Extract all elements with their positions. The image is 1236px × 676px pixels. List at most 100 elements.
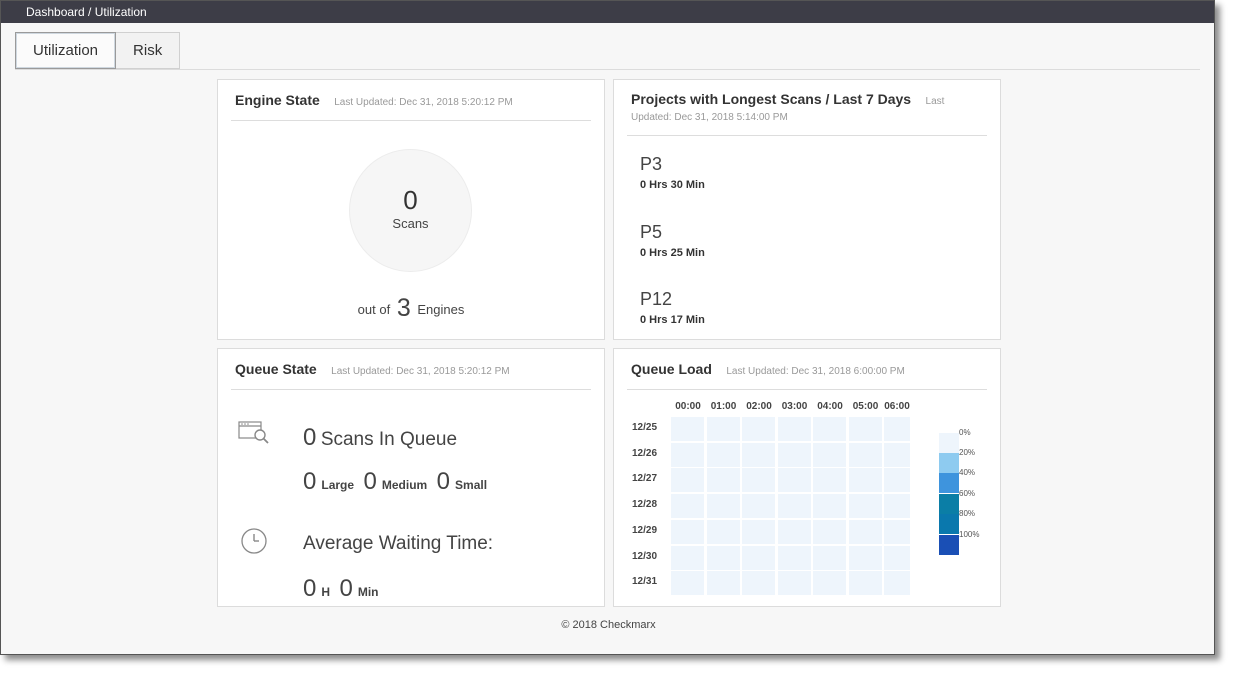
- project-duration: 0 Hrs 30 Min: [640, 179, 705, 191]
- legend-swatch: [939, 433, 959, 453]
- day-label: 12/29: [632, 524, 658, 536]
- queue-load-card: Queue Load Last Updated: Dec 31, 2018 6:…: [613, 348, 1001, 607]
- heatmap-cell[interactable]: [742, 545, 775, 570]
- queue-count: 0: [303, 424, 317, 451]
- heatmap-cell[interactable]: [813, 494, 846, 519]
- heatmap-cell[interactable]: [813, 571, 846, 596]
- last-updated: Last Updated: Dec 31, 2018 5:20:12 PM: [331, 366, 510, 377]
- tab-utilization[interactable]: Utilization: [15, 32, 117, 69]
- day-label: 12/27: [632, 473, 658, 485]
- heatmap-cell[interactable]: [884, 468, 910, 493]
- avg-wait-text: Average Waiting Time:: [303, 533, 494, 554]
- queue-breakdown: 0 Large 0 Medium 0 Small: [303, 468, 492, 496]
- heatmap-cell[interactable]: [742, 442, 775, 467]
- card-header: Engine State Last Updated: Dec 31, 2018 …: [231, 92, 591, 121]
- hour-header: 05:00: [852, 401, 879, 412]
- heatmap-cell[interactable]: [777, 468, 811, 493]
- heatmap-cell[interactable]: [706, 571, 740, 596]
- heatmap-cell[interactable]: [777, 571, 811, 596]
- heatmap-cell[interactable]: [813, 519, 846, 544]
- project-item[interactable]: P3 0 Hrs 30 Min: [640, 153, 705, 191]
- avg-wait-label: Average Waiting Time:: [303, 533, 493, 555]
- last-updated: Last Updated: Dec 31, 2018 5:20:12 PM: [334, 97, 513, 108]
- app-window: Dashboard / Utilization Utilization Risk…: [0, 0, 1215, 655]
- heatmap-cell[interactable]: [671, 417, 704, 441]
- tab-risk[interactable]: Risk: [116, 32, 181, 69]
- heatmap-cell[interactable]: [848, 519, 882, 544]
- heatmap-cell[interactable]: [706, 545, 740, 570]
- heatmap-cell[interactable]: [848, 494, 882, 519]
- heatmap-cell[interactable]: [777, 442, 811, 467]
- legend-swatch: [939, 493, 959, 514]
- hour-header: 03:00: [781, 401, 808, 412]
- heatmap-cell[interactable]: [742, 468, 775, 493]
- heatmap-cell[interactable]: [671, 494, 704, 519]
- heatmap-cell[interactable]: [777, 494, 811, 519]
- card-header: Queue State Last Updated: Dec 31, 2018 5…: [231, 361, 591, 390]
- heatmap-cell[interactable]: [813, 442, 846, 467]
- project-duration: 0 Hrs 25 Min: [640, 247, 705, 259]
- breadcrumb: Dashboard / Utilization: [1, 1, 1214, 23]
- heatmap-cell[interactable]: [777, 417, 811, 441]
- small-count: 0: [436, 468, 451, 495]
- last-updated: Last Updated: Dec 31, 2018 6:00:00 PM: [726, 366, 905, 377]
- day-label: 12/26: [632, 447, 658, 459]
- heatmap-cell[interactable]: [813, 417, 846, 441]
- legend-swatch: [939, 534, 959, 555]
- hour-header: 01:00: [710, 401, 737, 412]
- heatmap-cell[interactable]: [671, 519, 704, 544]
- scans-circle: 0 Scans: [349, 149, 472, 272]
- hour-header: 00:00: [675, 401, 701, 412]
- heatmap-cell[interactable]: [742, 519, 775, 544]
- wait-minutes: 0: [339, 575, 353, 602]
- large-label: Large: [321, 478, 355, 492]
- project-item[interactable]: P12 0 Hrs 17 Min: [640, 288, 705, 326]
- heatmap-cell[interactable]: [848, 545, 882, 570]
- heatmap-cell[interactable]: [848, 442, 882, 467]
- heatmap-cell[interactable]: [706, 417, 740, 441]
- heatmap-cell[interactable]: [813, 545, 846, 570]
- heatmap-cell[interactable]: [671, 468, 704, 493]
- day-label: 12/30: [632, 550, 658, 562]
- heatmap-cell[interactable]: [884, 571, 910, 596]
- scans-count: 0: [403, 185, 418, 215]
- project-name: P5: [640, 222, 663, 242]
- heatmap-cell[interactable]: [671, 571, 704, 596]
- hour-header: 04:00: [817, 401, 843, 412]
- heatmap-cell[interactable]: [671, 442, 704, 467]
- engine-state-card: Engine State Last Updated: Dec 31, 2018 …: [217, 79, 605, 340]
- heatmap-cell[interactable]: [813, 468, 846, 493]
- card-header: Projects with Longest Scans / Last 7 Day…: [627, 92, 987, 136]
- heatmap-cell[interactable]: [706, 442, 740, 467]
- heatmap-cell[interactable]: [706, 519, 740, 544]
- heatmap-cell[interactable]: [777, 545, 811, 570]
- heatmap-cell[interactable]: [848, 468, 882, 493]
- heatmap-cell[interactable]: [742, 494, 775, 519]
- heatmap-cell[interactable]: [884, 519, 910, 544]
- heatmap-cell[interactable]: [884, 417, 910, 441]
- heatmap-cell[interactable]: [742, 571, 775, 596]
- project-item[interactable]: P5 0 Hrs 25 Min: [640, 221, 705, 259]
- day-label: 12/25: [632, 422, 658, 433]
- heatmap-cell[interactable]: [742, 417, 775, 441]
- project-duration: 0 Hrs 17 Min: [640, 314, 705, 326]
- hour-header: 02:00: [746, 401, 772, 412]
- heatmap-cell[interactable]: [671, 545, 704, 570]
- heatmap-cell[interactable]: [884, 545, 910, 570]
- hours-unit: H: [321, 585, 331, 599]
- heatmap-cell[interactable]: [706, 468, 740, 493]
- legend-swatch: [939, 514, 959, 535]
- longest-scans-card: Projects with Longest Scans / Last 7 Day…: [613, 79, 1001, 340]
- heatmap-cell[interactable]: [848, 417, 882, 441]
- wait-hours: 0: [303, 575, 317, 602]
- out-of-label: out of: [357, 302, 391, 317]
- heatmap-cell[interactable]: [777, 519, 811, 544]
- engines-label: Engines: [417, 302, 465, 317]
- legend-label: 100%: [959, 529, 980, 539]
- heatmap-cell[interactable]: [848, 571, 882, 596]
- heatmap-cell[interactable]: [884, 442, 910, 467]
- minutes-unit: Min: [357, 585, 379, 599]
- medium-label: Medium: [381, 478, 428, 492]
- heatmap-cell[interactable]: [884, 494, 910, 519]
- heatmap-cell[interactable]: [706, 494, 740, 519]
